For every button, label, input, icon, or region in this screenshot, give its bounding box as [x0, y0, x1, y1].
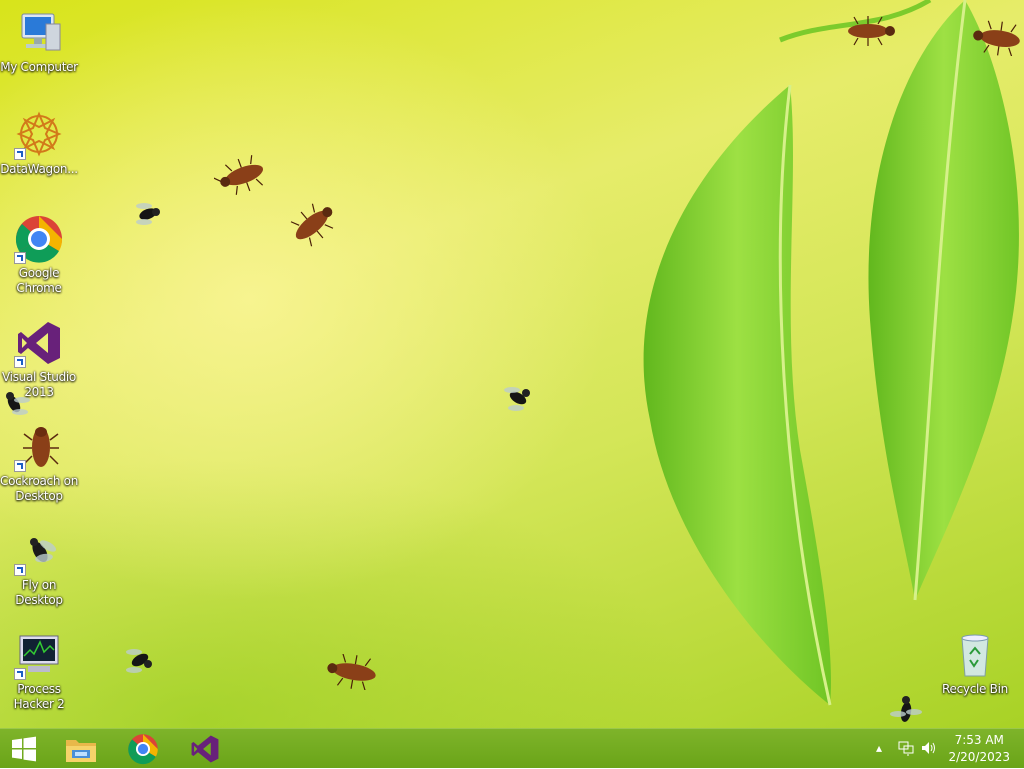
recycle-bin-icon [950, 630, 1000, 680]
shortcut-arrow-icon [14, 356, 26, 368]
network-tray-button[interactable] [898, 740, 914, 759]
shortcut-arrow-icon [14, 252, 26, 264]
cockroach-sprite[interactable] [214, 155, 274, 195]
clock-date: 2/20/2023 [948, 750, 1010, 764]
chrome-icon [14, 214, 64, 264]
my-computer-icon [14, 8, 64, 58]
desktop-icon-label: My Computer [0, 60, 78, 74]
desktop-background[interactable]: My Computer DataWagon... Google Chrome V… [0, 0, 1024, 728]
desktop-icon-datawagon[interactable]: DataWagon... [0, 110, 79, 177]
shortcut-arrow-icon [14, 460, 26, 472]
windows-logo-icon [12, 736, 36, 762]
desktop-icon-cockroach-on-desktop[interactable]: Cockroach on Desktop [0, 422, 79, 504]
fly-sprite[interactable] [498, 380, 538, 416]
file-explorer-icon [66, 740, 96, 762]
desktop-icon-label: Google Chrome [16, 266, 62, 295]
process-hacker-icon [14, 630, 64, 680]
show-hidden-icons-button[interactable]: ▴ [876, 741, 882, 755]
clock-time: 7:53 AM [954, 733, 1004, 747]
shortcut-arrow-icon [14, 668, 26, 680]
fly-sprite[interactable] [120, 642, 160, 678]
desktop-icon-label: Process Hacker 2 [13, 682, 65, 711]
desktop-icon-label: Recycle Bin [942, 682, 1008, 696]
fly-sprite[interactable] [0, 386, 36, 422]
desktop-icon-label: DataWagon... [0, 162, 78, 176]
taskbar-chrome[interactable] [120, 729, 166, 769]
volume-tray-button[interactable] [921, 740, 939, 759]
cockroach-sprite[interactable] [282, 200, 342, 250]
desktop-icon-process-hacker[interactable]: Process Hacker 2 [0, 630, 79, 712]
cockroach-sprite[interactable] [966, 20, 1024, 56]
shortcut-arrow-icon [14, 148, 26, 160]
desktop-icon-google-chrome[interactable]: Google Chrome [0, 214, 79, 296]
volume-icon [922, 742, 935, 754]
visual-studio-icon [191, 735, 219, 763]
network-icon [898, 741, 914, 756]
wallpaper-leaf [643, 0, 1019, 706]
taskbar-file-explorer[interactable] [58, 729, 104, 769]
fly-icon [14, 526, 64, 576]
desktop-icon-fly-on-desktop[interactable]: Fly on Desktop [0, 526, 79, 608]
chrome-icon [128, 734, 158, 765]
shortcut-arrow-icon [14, 564, 26, 576]
datawagon-icon [14, 110, 64, 160]
cockroach-sprite[interactable] [322, 654, 386, 690]
visual-studio-icon [14, 318, 64, 368]
start-button[interactable] [0, 729, 48, 769]
taskbar: ▴ 7:53 AM 2/20/2023 [0, 728, 1024, 768]
desktop-icon-label: Fly on Desktop [15, 578, 63, 607]
show-hidden-icons-icon: ▴ [876, 741, 883, 755]
fly-sprite[interactable] [128, 196, 168, 232]
fly-sprite[interactable] [888, 690, 924, 728]
cockroach-sprite[interactable] [840, 16, 900, 46]
cockroach-icon [14, 422, 64, 472]
taskbar-visual-studio[interactable] [182, 729, 228, 769]
desktop-icon-recycle-bin[interactable]: Recycle Bin [935, 630, 1015, 697]
desktop-icon-label: Cockroach on Desktop [0, 474, 78, 503]
taskbar-clock[interactable]: 7:53 AM 2/20/2023 [948, 732, 1010, 766]
desktop-icon-my-computer[interactable]: My Computer [0, 8, 79, 75]
